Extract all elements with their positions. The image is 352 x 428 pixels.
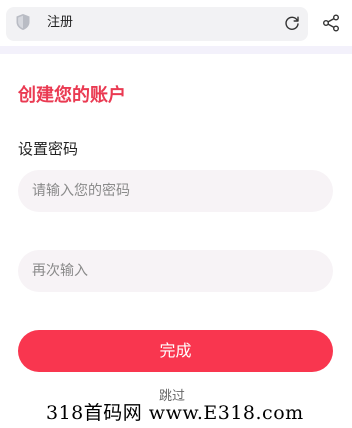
register-page: 注册 创建您的账户 设置密码 完成 跳过 318首码网 www.E318.com [0,0,352,428]
header-divider [0,46,352,54]
form-heading: 创建您的账户 [18,85,126,106]
shield-icon [16,14,30,30]
submit-button[interactable]: 完成 [18,330,333,372]
watermark-text: 318首码网 www.E318.com [46,402,304,424]
confirm-password-input[interactable] [18,250,333,292]
password-input[interactable] [18,170,333,212]
password-label: 设置密码 [18,140,79,158]
refresh-icon[interactable] [284,15,300,31]
share-icon[interactable] [322,14,340,32]
page-title: 注册 [47,15,74,30]
top-bar: 注册 [0,0,352,46]
